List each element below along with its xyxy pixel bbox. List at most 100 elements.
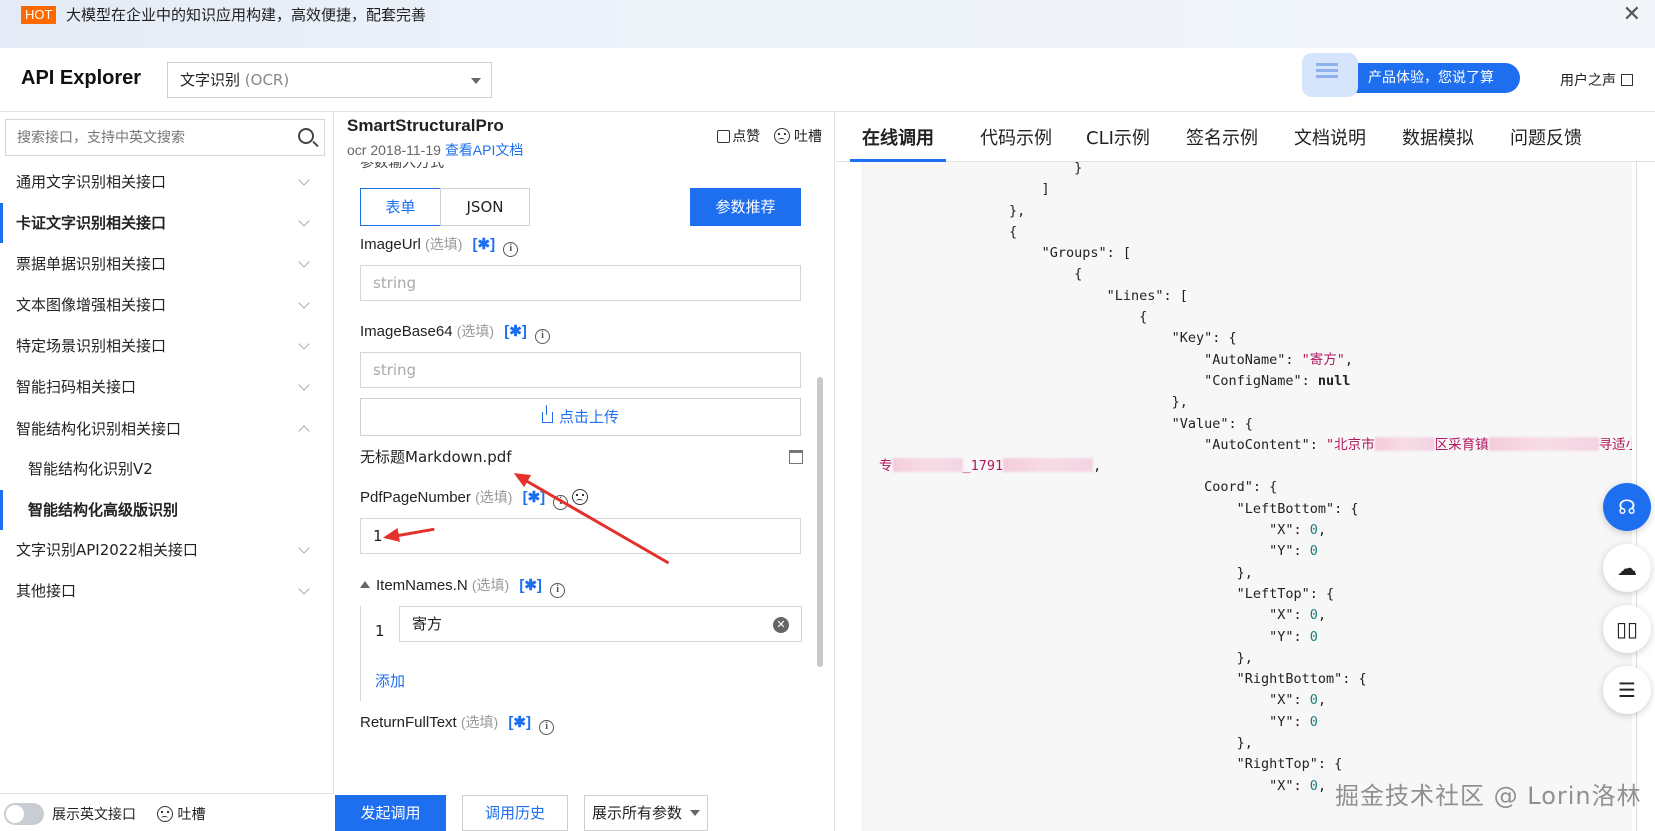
- external-link-icon: [1621, 74, 1633, 86]
- response-json: } ] }, { "Groups": [ { "Lines": [ {"Key…: [879, 162, 1632, 797]
- chevron-down-icon: [298, 215, 310, 227]
- history-button[interactable]: 调用历史: [462, 795, 568, 831]
- sidebar-item-image-enhance[interactable]: 文本图像增强相关接口: [0, 285, 330, 325]
- chevron-down-icon: [298, 583, 310, 595]
- frown-face-icon[interactable]: [572, 489, 589, 505]
- field-name: ImageBase64: [360, 323, 453, 340]
- sidebar-item-label: 文本图像增强相关接口: [16, 296, 167, 314]
- invoke-button[interactable]: 发起调用: [335, 795, 446, 831]
- sidebar-item-invoice-ocr[interactable]: 票据单据识别相关接口: [0, 244, 330, 284]
- user-voice-link[interactable]: 用户之声: [1560, 70, 1633, 90]
- sidebar-item-label: 特定场景识别相关接口: [16, 337, 167, 355]
- tab-docs[interactable]: 文档说明: [1294, 124, 1366, 162]
- optional-tag: (选填): [456, 323, 495, 339]
- json-key: "Lines": [1106, 287, 1164, 304]
- chevron-down-icon: [298, 174, 310, 186]
- tab-code-sample[interactable]: 代码示例: [980, 124, 1052, 162]
- app-logo[interactable]: API Explorer: [21, 67, 141, 90]
- feedback-link[interactable]: 吐槽: [157, 804, 205, 824]
- chevron-down-icon: [471, 78, 481, 84]
- chevron-down-icon: [298, 256, 310, 268]
- json-string: _1791: [962, 458, 1004, 475]
- wildcard-icon[interactable]: [✱]: [504, 323, 527, 340]
- hot-badge: HOT: [21, 6, 57, 24]
- itemname-input[interactable]: 寄方 ✕: [399, 606, 802, 642]
- info-icon[interactable]: i: [503, 242, 519, 257]
- json-key: "LeftBottom": [1236, 500, 1335, 517]
- scrollbar[interactable]: [817, 377, 823, 667]
- sidebar-item-ocr-2022[interactable]: 文字识别API2022相关接口: [0, 530, 330, 570]
- complain-button[interactable]: 吐槽: [773, 128, 822, 145]
- customer-service-icon[interactable]: ☊: [1603, 483, 1651, 531]
- api-doc-link[interactable]: 查看API文档: [445, 142, 524, 158]
- show-all-params-select[interactable]: 展示所有参数: [584, 795, 708, 831]
- cloud-user-icon[interactable]: ☁: [1603, 544, 1651, 592]
- wildcard-icon[interactable]: [✱]: [508, 714, 531, 731]
- collapse-icon: [360, 581, 370, 588]
- info-icon[interactable]: i: [550, 583, 566, 598]
- tab-form[interactable]: 表单: [360, 188, 441, 226]
- search-input[interactable]: [6, 120, 286, 155]
- tab-json[interactable]: JSON: [440, 188, 530, 226]
- response-code-view[interactable]: } ] }, { "Groups": [ { "Lines": [ {"Key…: [862, 162, 1632, 831]
- clear-icon[interactable]: ✕: [773, 617, 789, 633]
- api-version: ocr 2018-11-19: [347, 142, 441, 158]
- trash-icon[interactable]: [789, 450, 803, 464]
- field-name: ItemNames.N: [376, 577, 468, 594]
- search-icon[interactable]: [298, 128, 314, 144]
- product-code: (OCR): [244, 71, 290, 89]
- optional-tag: (选填): [460, 714, 499, 730]
- upload-button[interactable]: 点击上传: [360, 398, 801, 436]
- sidebar-item-label: 票据单据识别相关接口: [16, 255, 167, 273]
- like-button[interactable]: 点赞: [717, 129, 760, 145]
- tab-sign-sample[interactable]: 签名示例: [1186, 124, 1258, 162]
- pdfpagenumber-input[interactable]: 1: [360, 518, 801, 554]
- list-indent-icon[interactable]: ☰: [1603, 666, 1651, 714]
- english-api-toggle[interactable]: [4, 803, 44, 825]
- result-panel: 在线调用 代码示例 CLI示例 签名示例 文档说明 数据模拟 问题反馈 } ] …: [836, 112, 1655, 831]
- imagebase64-input[interactable]: string: [360, 352, 801, 388]
- redacted-text: [892, 458, 963, 473]
- product-select[interactable]: 文字识别 (OCR): [167, 62, 492, 98]
- field-name: ImageUrl: [360, 236, 421, 253]
- sidebar-item-structural[interactable]: 智能结构化识别相关接口: [0, 409, 330, 449]
- sidebar-item-other[interactable]: 其他接口: [0, 571, 330, 611]
- sidebar-item-label: 智能结构化识别相关接口: [16, 420, 182, 438]
- json-key: "ConfigName": [1204, 372, 1302, 389]
- tab-cli-sample[interactable]: CLI示例: [1086, 124, 1150, 162]
- frown-face-icon: [157, 806, 173, 822]
- product-name: 文字识别: [180, 71, 241, 89]
- api-search: [5, 119, 325, 156]
- itemnames-label[interactable]: ItemNames.N (选填) [✱] i: [360, 575, 566, 598]
- sidebar-item-qrcode[interactable]: 智能扫码相关接口: [0, 367, 330, 407]
- result-tabs: 在线调用 代码示例 CLI示例 签名示例 文档说明 数据模拟 问题反馈: [836, 112, 1655, 162]
- add-item-link[interactable]: 添加: [375, 670, 405, 691]
- tab-online-call[interactable]: 在线调用: [850, 124, 946, 162]
- imageurl-input[interactable]: string: [360, 265, 801, 301]
- tab-feedback[interactable]: 问题反馈: [1510, 124, 1582, 162]
- book-icon[interactable]: ▯▯: [1603, 605, 1651, 653]
- feedback-promo-button[interactable]: 产品体验，您说了算: [1302, 53, 1520, 97]
- info-icon[interactable]: i: [534, 329, 550, 344]
- info-icon[interactable]: i: [539, 720, 555, 735]
- sidebar-item-general-ocr[interactable]: 通用文字识别相关接口: [0, 162, 330, 202]
- sidebar-item-label: 智能结构化高级版识别: [28, 501, 179, 519]
- title-actions: 点赞 吐槽: [717, 126, 822, 146]
- tab-mock-data[interactable]: 数据模拟: [1402, 124, 1474, 162]
- wildcard-icon[interactable]: [✱]: [519, 577, 542, 594]
- json-number: 0: [1309, 543, 1318, 560]
- api-sidebar: 通用文字识别相关接口 卡证文字识别相关接口 票据单据识别相关接口 文本图像增强相…: [0, 112, 334, 831]
- sidebar-item-scene-ocr[interactable]: 特定场景识别相关接口: [0, 326, 330, 366]
- sidebar-item-structural-pro[interactable]: 智能结构化高级版识别: [0, 490, 330, 530]
- sidebar-item-structural-v2[interactable]: 智能结构化识别V2: [0, 449, 330, 489]
- json-key: "X": [1269, 607, 1294, 624]
- chevron-down-icon: [298, 542, 310, 554]
- sidebar-item-card-ocr[interactable]: 卡证文字识别相关接口: [0, 203, 330, 243]
- wildcard-icon[interactable]: [✱]: [473, 236, 496, 253]
- sidebar-item-label: 卡证文字识别相关接口: [16, 214, 167, 232]
- returnfulltext-label: ReturnFullText (选填) [✱] i: [360, 712, 555, 735]
- recommend-params-button[interactable]: 参数推荐: [690, 188, 801, 226]
- field-name: PdfPageNumber: [360, 489, 471, 506]
- banner-text[interactable]: 大模型在企业中的知识应用构建，高效便捷，配套完善: [66, 6, 426, 24]
- close-icon[interactable]: ✕: [1623, 2, 1641, 27]
